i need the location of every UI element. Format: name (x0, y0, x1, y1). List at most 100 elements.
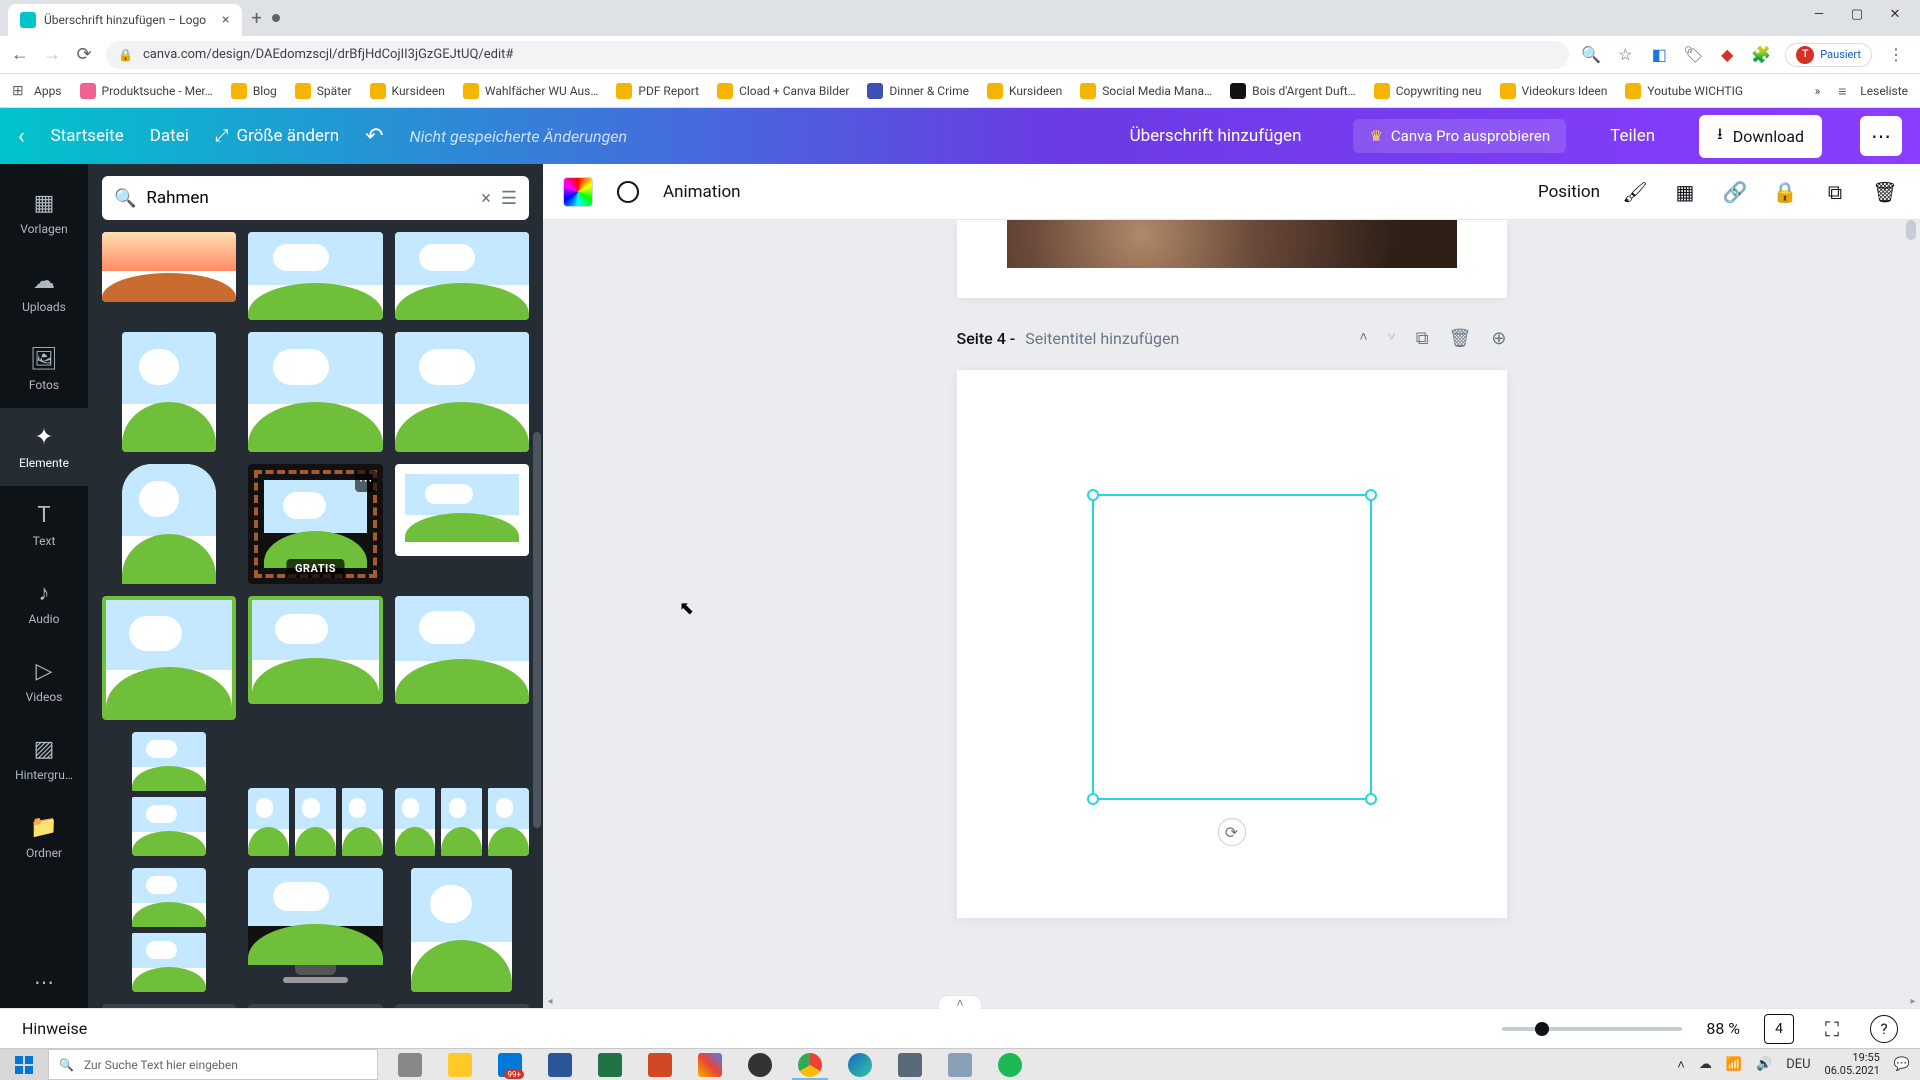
bookmark-item[interactable]: Dinner & Crime (867, 83, 969, 99)
page-indicator[interactable]: 4 (1764, 1014, 1794, 1044)
rotate-handle-icon[interactable]: ⟳ (1218, 818, 1246, 846)
bookmark-item[interactable]: Copywriting neu (1374, 83, 1482, 99)
apps-bookmark[interactable]: ⊞Apps (12, 83, 62, 99)
clear-search-icon[interactable]: × (481, 188, 491, 209)
bookmark-item[interactable]: Social Media Mana… (1080, 83, 1212, 99)
profile-indicator-icon[interactable] (272, 14, 280, 22)
new-tab-button[interactable]: + (242, 8, 272, 29)
browser-tab[interactable]: Überschrift hinzufügen – Logo × (8, 4, 242, 36)
frame-thumb[interactable] (132, 868, 206, 992)
mail-icon[interactable]: 99+ (486, 1049, 534, 1080)
frame-thumb[interactable] (248, 596, 382, 704)
extension-icon[interactable]: ◆ (1717, 45, 1737, 65)
frame-thumb[interactable] (102, 596, 236, 720)
app-icon[interactable] (936, 1049, 984, 1080)
selected-frame[interactable]: ⟳ (1092, 494, 1372, 800)
bookmarks-overflow[interactable]: » (1815, 84, 1821, 98)
rail-templates[interactable]: ▦Vorlagen (0, 174, 88, 252)
frame-thumb[interactable] (395, 332, 529, 452)
delete-page-icon[interactable]: 🗑 (1449, 328, 1472, 349)
star-icon[interactable]: ☆ (1615, 45, 1635, 65)
file-menu[interactable]: Datei (150, 126, 189, 146)
edge-icon[interactable] (836, 1049, 884, 1080)
notifications-icon[interactable]: 💬 (1894, 1057, 1910, 1072)
frame-thumb[interactable] (122, 464, 216, 584)
rail-more-icon[interactable]: ⋯ (34, 956, 54, 1008)
frame-thumb[interactable] (122, 332, 216, 452)
move-page-up-icon[interactable]: ˄ (1359, 328, 1367, 349)
bookmark-item[interactable]: Kursideen (987, 83, 1062, 99)
wifi-icon[interactable]: 📶 (1726, 1057, 1742, 1072)
position-button[interactable]: Position (1538, 182, 1600, 202)
frame-thumb[interactable]: ⋯ GRATIS (248, 464, 382, 584)
frame-thumb[interactable] (248, 868, 382, 992)
file-explorer-icon[interactable] (436, 1049, 484, 1080)
search-input[interactable] (146, 188, 471, 208)
zoom-slider-thumb[interactable] (1535, 1022, 1549, 1036)
duplicate-icon[interactable]: ⧉ (1820, 177, 1850, 207)
lock-icon[interactable]: 🔒 (1770, 177, 1800, 207)
taskbar-search[interactable]: 🔍 Zur Suche Text hier eingeben (48, 1049, 378, 1080)
word-icon[interactable] (536, 1049, 584, 1080)
reload-icon[interactable]: ⟳ (74, 45, 94, 65)
start-button[interactable] (0, 1049, 48, 1080)
animation-button[interactable]: Animation (663, 182, 741, 202)
app-icon[interactable] (686, 1049, 734, 1080)
share-button[interactable]: Teilen (1610, 126, 1655, 146)
frame-thumb[interactable] (395, 232, 529, 320)
frame-thumb[interactable] (395, 464, 529, 556)
add-page-icon[interactable]: ⊕ (1491, 328, 1506, 349)
chrome-menu-icon[interactable]: ⋮ (1886, 45, 1906, 65)
bookmark-item[interactable]: Wahlfächer WU Aus… (463, 83, 599, 99)
search-box[interactable]: 🔍 × ☰ (102, 176, 529, 220)
bookmark-item[interactable]: Kursideen (370, 83, 445, 99)
panel-scrollbar[interactable] (533, 234, 541, 996)
add-page-title[interactable]: Seitentitel hinzufügen (1025, 329, 1179, 348)
rail-audio[interactable]: ♪Audio (0, 564, 88, 642)
filter-icon[interactable]: ☰ (501, 188, 517, 209)
effects-icon[interactable] (613, 177, 643, 207)
color-picker[interactable] (563, 177, 593, 207)
profile-paused-pill[interactable]: T Pausiert (1785, 43, 1872, 67)
frame-thumb[interactable] (395, 788, 529, 856)
zoom-slider[interactable] (1502, 1027, 1682, 1031)
frame-thumb[interactable] (248, 332, 382, 452)
close-window-icon[interactable]: ✕ (1886, 5, 1904, 23)
vertical-scrollbar[interactable] (1904, 220, 1918, 1008)
download-button[interactable]: ⭳Download (1699, 115, 1822, 158)
frame-thumb[interactable] (132, 732, 206, 856)
back-chevron-icon[interactable]: ‹ (18, 124, 25, 149)
resize-handle-bl[interactable] (1087, 793, 1099, 805)
spotify-icon[interactable] (986, 1049, 1034, 1080)
frame-thumb[interactable] (395, 596, 529, 704)
bookmark-item[interactable]: Cload + Canva Bilder (717, 83, 849, 99)
hscroll-left-icon[interactable]: ◂ (543, 994, 557, 1008)
volume-icon[interactable]: 🔊 (1756, 1057, 1772, 1072)
delete-icon[interactable]: 🗑 (1870, 177, 1900, 207)
powerpoint-icon[interactable] (636, 1049, 684, 1080)
app-icon[interactable] (736, 1049, 784, 1080)
style-copy-icon[interactable]: 🖌 (1620, 177, 1650, 207)
help-icon[interactable]: ? (1870, 1015, 1898, 1043)
resize-handle-tl[interactable] (1087, 489, 1099, 501)
bookmark-item[interactable]: Produktsuche - Mer… (80, 83, 213, 99)
task-view-icon[interactable] (386, 1049, 434, 1080)
thumb-menu-icon[interactable]: ⋯ (355, 470, 377, 492)
rail-videos[interactable]: ▷Videos (0, 642, 88, 720)
back-icon[interactable]: ← (10, 45, 30, 65)
tray-chevron-icon[interactable]: ˄ (1677, 1057, 1685, 1073)
extension-icon[interactable]: 🏷 (1683, 45, 1703, 65)
excel-icon[interactable] (586, 1049, 634, 1080)
onedrive-icon[interactable]: ☁ (1699, 1057, 1712, 1072)
frame-thumb[interactable] (102, 232, 236, 302)
bookmark-item[interactable]: Blog (231, 83, 277, 99)
design-title[interactable]: Überschrift hinzufügen (1130, 126, 1302, 146)
taskbar-clock[interactable]: 19:55 06.05.2021 (1825, 1052, 1880, 1076)
rail-photos[interactable]: 🖼Fotos (0, 330, 88, 408)
frame-thumb[interactable] (411, 868, 512, 992)
fullscreen-icon[interactable]: ⛶ (1818, 1015, 1846, 1043)
address-bar[interactable]: 🔒 canva.com/design/DAEdomzscjl/drBfjHdCo… (106, 41, 1569, 69)
minimize-icon[interactable]: — (1810, 5, 1828, 23)
reading-list[interactable]: ≡Leseliste (1838, 83, 1908, 99)
bookmark-item[interactable]: Videokurs Ideen (1500, 83, 1608, 99)
